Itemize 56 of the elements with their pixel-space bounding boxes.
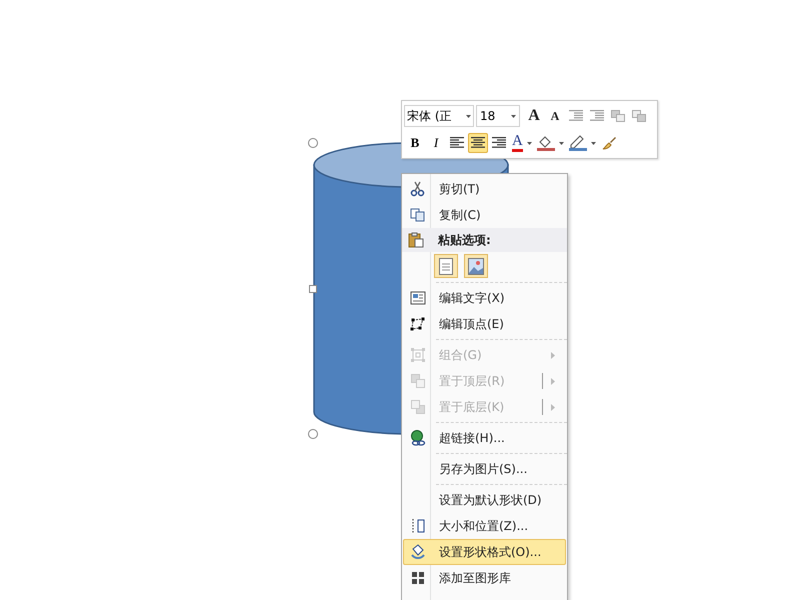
- caret-icon: [590, 142, 596, 144]
- align-center-button[interactable]: [468, 133, 488, 153]
- italic-button[interactable]: I: [426, 133, 446, 153]
- font-size-dropdown[interactable]: 18: [476, 105, 520, 127]
- copy-icon: [410, 207, 426, 223]
- shrink-font-button[interactable]: A: [545, 105, 565, 127]
- keep-formatting-paste-button[interactable]: [434, 254, 458, 278]
- font-name-dropdown[interactable]: 宋体 (正: [404, 105, 474, 127]
- menu-item[interactable]: 编辑顶点(E): [403, 311, 566, 337]
- submenu-arrow-icon: [551, 378, 555, 384]
- layers-icon: [410, 373, 426, 389]
- caret-icon: [466, 114, 471, 118]
- submenu-arrow-icon: [551, 404, 555, 410]
- layers-icon: [611, 110, 625, 122]
- center-align-icon: [471, 137, 485, 149]
- menu-item[interactable]: 剪切(T): [403, 176, 566, 202]
- picture-icon: [468, 257, 484, 275]
- menu-item[interactable]: 添加至图形库: [403, 565, 566, 591]
- group-icon: [410, 347, 426, 363]
- selection-handle[interactable]: [308, 138, 318, 148]
- layers-icon: [632, 110, 646, 122]
- text-box-icon: [410, 290, 426, 306]
- menu-item[interactable]: 大小和位置(Z)...: [403, 513, 566, 539]
- caret-icon: [558, 142, 564, 144]
- indent-icon: [590, 110, 604, 122]
- size-position-icon: [410, 518, 426, 534]
- grow-font-button[interactable]: A: [524, 105, 544, 127]
- layers-icon: [410, 399, 426, 415]
- indent-icon: [569, 110, 583, 122]
- grid-icon: [410, 570, 426, 586]
- format-shape-icon: [410, 544, 426, 560]
- menu-item[interactable]: 超链接(H)...: [403, 425, 566, 451]
- globe-link-icon: [410, 430, 426, 446]
- paste-options-header: 粘贴选项:: [402, 228, 567, 252]
- scissors-icon: [410, 181, 426, 197]
- menu-item[interactable]: 编辑文字(X): [403, 285, 566, 311]
- line-color-button[interactable]: [566, 133, 598, 153]
- caret-icon: [511, 114, 516, 118]
- selection-handle[interactable]: [309, 285, 317, 293]
- edit-points-icon: [410, 316, 426, 332]
- right-align-icon: [492, 137, 506, 149]
- submenu-arrow-icon: [551, 352, 555, 358]
- selection-handle[interactable]: [308, 429, 318, 439]
- paste-as-picture-button[interactable]: [464, 254, 488, 278]
- menu-item[interactable]: 设置为默认形状(D): [403, 487, 566, 513]
- menu-item[interactable]: 复制(C): [403, 202, 566, 228]
- menu-item[interactable]: 另存为图片(S)...: [403, 456, 566, 482]
- caret-icon: [526, 142, 532, 144]
- left-align-icon: [450, 137, 464, 149]
- clipboard-icon: [408, 232, 424, 248]
- font-color-button[interactable]: A: [510, 133, 534, 153]
- pencil-icon: [568, 135, 587, 151]
- paintbrush-icon: [600, 135, 617, 151]
- clipboard-icon: [439, 257, 453, 275]
- menu-item[interactable]: 设置形状格式(O)...: [403, 539, 566, 565]
- bold-button[interactable]: B: [405, 133, 425, 153]
